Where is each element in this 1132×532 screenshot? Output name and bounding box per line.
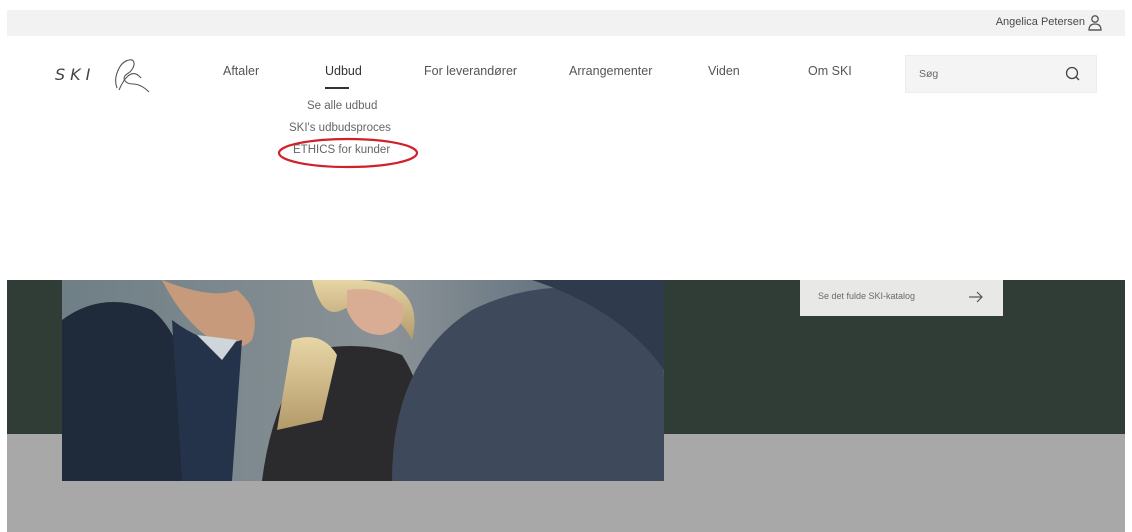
dropdown-udbudsproces[interactable]: SKI's udbudsproces — [289, 122, 391, 134]
arrow-right-icon — [969, 291, 983, 303]
ski-logo[interactable]: SKI — [55, 54, 155, 94]
catalog-button[interactable]: Se det fulde SKI-katalog — [800, 280, 1003, 316]
nav-viden[interactable]: Viden — [708, 64, 740, 78]
site-header: SKI Aftaler Udbud For leverandører Arran… — [7, 36, 1125, 280]
search-input[interactable]: Søg — [905, 55, 1097, 93]
nav-aftaler[interactable]: Aftaler — [223, 64, 259, 78]
nav-udbud[interactable]: Udbud — [325, 64, 362, 78]
nav-arrangementer[interactable]: Arrangementer — [569, 64, 652, 78]
user-icon[interactable] — [1087, 14, 1103, 32]
logo-mark-icon — [115, 59, 150, 93]
catalog-button-label: Se det fulde SKI-katalog — [818, 291, 916, 301]
highlight-ellipse — [277, 137, 419, 169]
search-placeholder: Søg — [919, 68, 939, 80]
top-utility-bar: Angelica Petersen — [7, 10, 1125, 36]
nav-for-leverandoerer[interactable]: For leverandører — [424, 64, 517, 78]
active-nav-underline — [325, 87, 349, 89]
user-name[interactable]: Angelica Petersen — [996, 16, 1085, 28]
logo-text: SKI — [55, 65, 96, 84]
dropdown-se-alle-udbud[interactable]: Se alle udbud — [307, 100, 377, 112]
search-icon[interactable] — [1064, 65, 1082, 83]
hero-photo — [62, 280, 664, 481]
nav-om-ski[interactable]: Om SKI — [808, 64, 852, 78]
